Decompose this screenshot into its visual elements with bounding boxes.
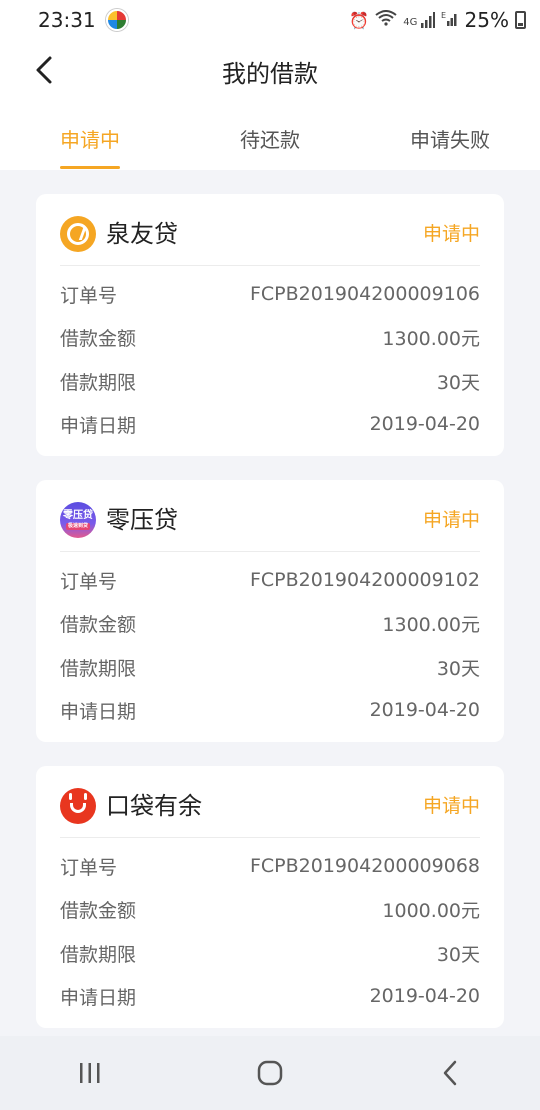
amount-label: 借款金额 xyxy=(60,327,137,350)
alarm-icon: ⏰ xyxy=(349,10,370,30)
system-navigation-bar xyxy=(0,1036,540,1110)
amount-row: 借款金额 1300.00元 xyxy=(60,608,480,638)
svg-text:E: E xyxy=(441,11,446,20)
status-time: 23:31 xyxy=(38,8,96,32)
order-no-row: 订单号 FCPB201904200009106 xyxy=(60,279,480,309)
home-icon xyxy=(257,1060,283,1086)
battery-percent: 25% xyxy=(464,8,509,32)
date-row: 申请日期 2019-04-20 xyxy=(60,695,480,725)
lender-name: 零压贷 xyxy=(106,506,178,534)
app-notification-icon xyxy=(105,9,128,31)
order-no-value: FCPB201904200009102 xyxy=(249,569,480,591)
status-bar: 23:31 ⏰ 4G E 25% xyxy=(0,0,540,40)
amount-label: 借款金额 xyxy=(60,613,137,636)
tab-bar: 申请中 待还款 申请失败 xyxy=(0,116,540,170)
date-label: 申请日期 xyxy=(60,414,137,437)
recent-apps-button[interactable] xyxy=(50,1048,130,1098)
term-label: 借款期限 xyxy=(60,657,137,680)
order-no-value: FCPB201904200009106 xyxy=(249,283,480,305)
signal-4g-icon: 4G xyxy=(403,12,435,28)
amount-value: 1300.00元 xyxy=(382,613,480,636)
term-row: 借款期限 30天 xyxy=(60,366,480,396)
card-header: 零压贷 极速到贷 零压贷 申请中 xyxy=(60,502,480,552)
loan-card[interactable]: 零压贷 极速到贷 零压贷 申请中 订单号 FCPB201904200009102… xyxy=(36,480,504,742)
term-value: 30天 xyxy=(436,371,480,394)
quanyou-logo-icon xyxy=(60,216,96,252)
home-button[interactable] xyxy=(230,1048,310,1098)
term-row: 借款期限 30天 xyxy=(60,938,480,968)
system-back-button[interactable] xyxy=(410,1048,490,1098)
wifi-icon xyxy=(375,10,397,30)
loan-card[interactable]: 泉友贷 申请中 订单号 FCPB201904200009106 借款金额 130… xyxy=(36,194,504,456)
date-value: 2019-04-20 xyxy=(369,699,480,721)
lender-name: 泉友贷 xyxy=(106,220,178,248)
card-header: 口袋有余 申请中 xyxy=(60,788,480,838)
loan-list[interactable]: 泉友贷 申请中 订单号 FCPB201904200009106 借款金额 130… xyxy=(0,170,540,1036)
recent-apps-icon xyxy=(80,1063,100,1083)
tab-applying[interactable]: 申请中 xyxy=(60,124,120,153)
status-badge: 申请中 xyxy=(422,509,480,531)
order-no-label: 订单号 xyxy=(60,284,118,307)
order-no-row: 订单号 FCPB201904200009068 xyxy=(60,851,480,881)
order-no-label: 订单号 xyxy=(60,856,118,879)
order-no-row: 订单号 FCPB201904200009102 xyxy=(60,565,480,595)
date-label: 申请日期 xyxy=(60,700,137,723)
date-value: 2019-04-20 xyxy=(369,985,480,1007)
card-header: 泉友贷 申请中 xyxy=(60,216,480,266)
term-row: 借款期限 30天 xyxy=(60,652,480,682)
lender-name: 口袋有余 xyxy=(106,792,202,820)
term-label: 借款期限 xyxy=(60,371,137,394)
lingya-logo-text: 零压贷 xyxy=(63,509,93,521)
date-value: 2019-04-20 xyxy=(369,413,480,435)
page-title: 我的借款 xyxy=(222,60,318,88)
lingya-logo-subtext: 极速到贷 xyxy=(65,522,90,530)
status-badge: 申请中 xyxy=(422,795,480,817)
tab-application-failed[interactable]: 申请失败 xyxy=(410,124,490,153)
active-tab-indicator xyxy=(60,166,120,169)
status-badge: 申请中 xyxy=(422,223,480,245)
amount-value: 1000.00元 xyxy=(382,899,480,922)
battery-icon xyxy=(515,11,526,29)
date-row: 申请日期 2019-04-20 xyxy=(60,409,480,439)
amount-label: 借款金额 xyxy=(60,899,137,922)
order-no-value: FCPB201904200009068 xyxy=(249,855,480,877)
date-label: 申请日期 xyxy=(60,986,137,1009)
term-value: 30天 xyxy=(436,943,480,966)
date-row: 申请日期 2019-04-20 xyxy=(60,981,480,1011)
koudai-logo-icon xyxy=(60,788,96,824)
app-header: 我的借款 申请中 待还款 申请失败 xyxy=(0,40,540,170)
amount-row: 借款金额 1000.00元 xyxy=(60,894,480,924)
loan-card[interactable]: 口袋有余 申请中 订单号 FCPB201904200009068 借款金额 10… xyxy=(36,766,504,1028)
amount-value: 1300.00元 xyxy=(382,327,480,350)
term-value: 30天 xyxy=(436,657,480,680)
back-arrow-icon xyxy=(443,1060,457,1086)
order-no-label: 订单号 xyxy=(60,570,118,593)
network-label: 4G xyxy=(403,17,418,28)
term-label: 借款期限 xyxy=(60,943,137,966)
signal-e-icon: E xyxy=(441,10,459,30)
lingya-logo-icon: 零压贷 极速到贷 xyxy=(60,502,96,538)
amount-row: 借款金额 1300.00元 xyxy=(60,322,480,352)
tab-pending-repayment[interactable]: 待还款 xyxy=(240,124,300,153)
